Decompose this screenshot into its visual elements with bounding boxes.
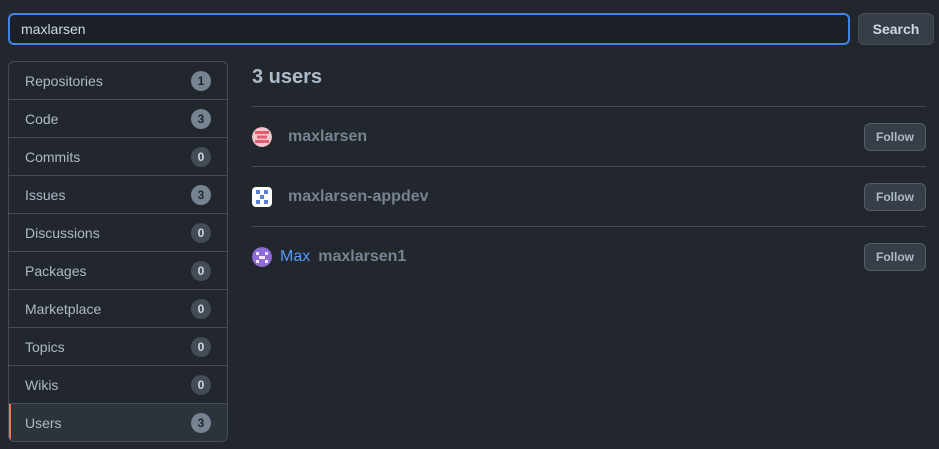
sidebar-item-label: Users [25, 415, 62, 431]
count-badge: 3 [191, 108, 211, 129]
count-badge: 1 [191, 70, 211, 91]
sidebar-item-packages[interactable]: Packages 0 [9, 252, 227, 290]
sidebar-item-marketplace[interactable]: Marketplace 0 [9, 290, 227, 328]
follow-button[interactable]: Follow [864, 243, 926, 271]
follow-button[interactable]: Follow [864, 182, 926, 211]
results-title: 3 users [252, 61, 926, 107]
sidebar-item-label: Issues [25, 186, 66, 203]
sidebar-item-label: Commits [25, 148, 81, 165]
follow-button[interactable]: Follow [864, 122, 926, 151]
sidebar-item-wikis[interactable]: Wikis 0 [9, 366, 227, 404]
sidebar-item-label: Discussions [25, 224, 100, 241]
user-avatar[interactable] [252, 186, 272, 207]
sidebar-item-commits[interactable]: Commits 0 [9, 138, 227, 176]
user-row: Max maxlarsen1 Follow [252, 227, 926, 287]
user-login[interactable]: maxlarsen [288, 128, 367, 146]
user-row: maxlarsen Follow [252, 107, 926, 167]
sidebar-item-label: Packages [25, 262, 87, 279]
user-info: maxlarsen [252, 126, 367, 147]
sidebar-item-code[interactable]: Code 3 [9, 100, 227, 138]
sidebar-item-label: Wikis [25, 376, 59, 393]
search-input[interactable] [8, 13, 850, 45]
count-badge: 0 [191, 298, 211, 319]
user-login[interactable]: maxlarsen-appdev [288, 188, 429, 206]
count-badge: 3 [191, 184, 211, 205]
sidebar-item-issues[interactable]: Issues 3 [9, 176, 227, 214]
count-badge: 3 [191, 413, 211, 433]
sidebar-item-users[interactable]: Users 3 [9, 404, 227, 441]
user-login[interactable]: maxlarsen1 [318, 248, 406, 266]
search-type-sidebar: Repositories 1 Code 3 Commits 0 Issues 3… [8, 61, 228, 442]
user-results: 3 users maxlarsen Follow maxlarsen-appde… [252, 61, 926, 287]
sidebar-item-label: Repositories [25, 72, 103, 89]
user-row: maxlarsen-appdev Follow [252, 167, 926, 227]
sidebar-item-label: Code [25, 110, 59, 127]
sidebar-item-discussions[interactable]: Discussions 0 [9, 214, 227, 252]
user-display-name[interactable]: Max [280, 248, 310, 266]
sidebar-item-topics[interactable]: Topics 0 [9, 328, 227, 366]
search-bar: Search [8, 13, 934, 45]
sidebar-item-label: Topics [25, 338, 65, 355]
user-info: Max maxlarsen1 [252, 247, 406, 267]
sidebar-item-label: Marketplace [25, 300, 102, 317]
count-badge: 0 [191, 336, 211, 357]
count-badge: 0 [191, 374, 211, 395]
count-badge: 0 [191, 222, 211, 243]
search-button[interactable]: Search [858, 13, 934, 45]
sidebar-item-repositories[interactable]: Repositories 1 [9, 62, 227, 100]
count-badge: 0 [191, 260, 211, 281]
user-avatar[interactable] [252, 126, 272, 147]
count-badge: 0 [191, 146, 211, 167]
user-avatar[interactable] [252, 247, 272, 267]
user-info: maxlarsen-appdev [252, 186, 429, 207]
